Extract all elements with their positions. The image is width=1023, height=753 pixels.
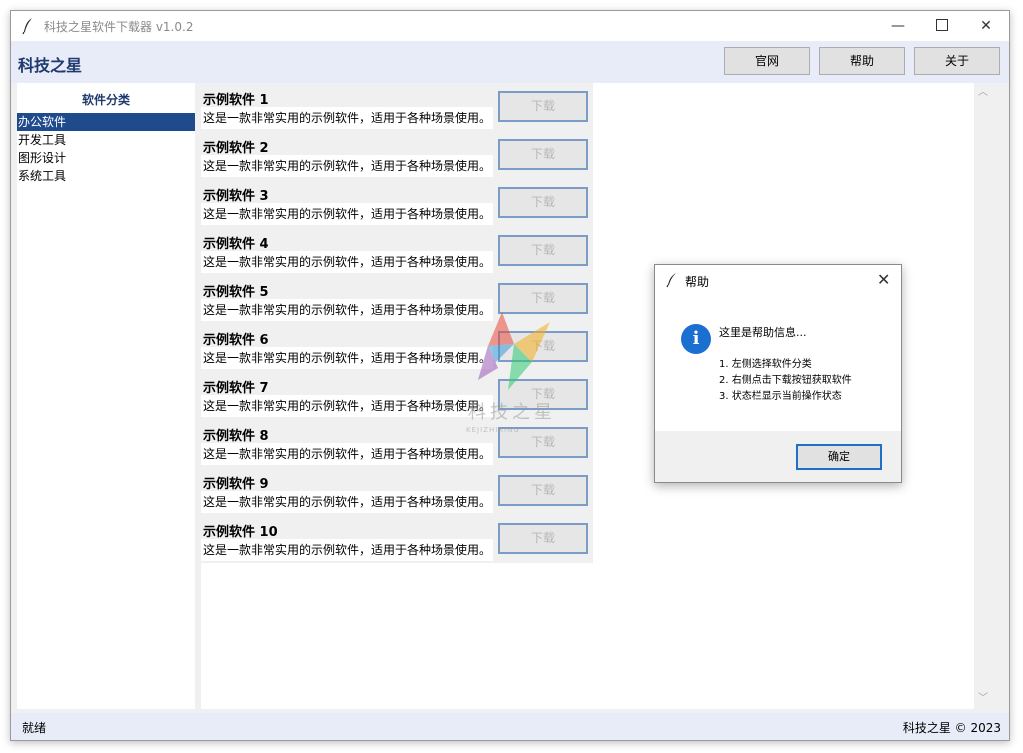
software-item: 示例软件 10 这是一款非常实用的示例软件，适用于各种场景使用。 下载 (201, 515, 593, 563)
title-bar: 科技之星软件下载器 v1.0.2 — ✕ (11, 11, 1009, 41)
star-logo-icon (478, 312, 550, 390)
vertical-scrollbar[interactable]: ︿ ﹀ (974, 83, 991, 709)
software-name: 示例软件 7 (203, 377, 269, 396)
software-description: 这是一款非常实用的示例软件，适用于各种场景使用。 (201, 539, 493, 561)
status-bar: 就绪 科技之星 © 2023 (11, 713, 1009, 740)
status-text: 就绪 (22, 721, 47, 735)
dialog-footer: 确定 (655, 431, 901, 482)
minimize-button[interactable]: — (875, 11, 921, 41)
download-button[interactable]: 下载 (498, 91, 588, 122)
download-button[interactable]: 下载 (498, 475, 588, 506)
download-button[interactable]: 下载 (498, 235, 588, 266)
category-item-office[interactable]: 办公软件 (17, 113, 195, 131)
feather-icon (22, 18, 32, 35)
instruction-line: 3. 状态栏显示当前操作状态 (719, 391, 842, 402)
download-button[interactable]: 下载 (498, 187, 588, 218)
software-description: 这是一款非常实用的示例软件，适用于各种场景使用。 (201, 251, 493, 273)
download-button[interactable]: 下载 (498, 139, 588, 170)
software-item: 示例软件 3 这是一款非常实用的示例软件，适用于各种场景使用。 下载 (201, 179, 593, 227)
instruction-line: 2. 右侧点击下载按钮获取软件 (719, 375, 852, 386)
category-item-dev-tools[interactable]: 开发工具 (17, 131, 195, 149)
watermark-text: 科技之星 (468, 402, 556, 423)
maximize-button[interactable] (919, 11, 965, 41)
software-description: 这是一款非常实用的示例软件，适用于各种场景使用。 (201, 299, 493, 321)
category-item-graphic-design[interactable]: 图形设计 (17, 149, 195, 167)
dialog-message: 这里是帮助信息... (719, 326, 807, 339)
software-name: 示例软件 2 (203, 137, 269, 156)
software-name: 示例软件 1 (203, 89, 269, 108)
window-title: 科技之星软件下载器 v1.0.2 (44, 20, 194, 34)
software-name: 示例软件 5 (203, 281, 269, 300)
instruction-line: 1. 左侧选择软件分类 (719, 359, 812, 370)
dialog-close-button[interactable]: ✕ (877, 270, 890, 289)
header-bar: 科技之星 官网 帮助 关于 (11, 41, 1009, 83)
software-description: 这是一款非常实用的示例软件，适用于各种场景使用。 (201, 395, 493, 417)
ok-button[interactable]: 确定 (796, 444, 882, 470)
help-button[interactable]: 帮助 (819, 47, 905, 75)
software-description: 这是一款非常实用的示例软件，适用于各种场景使用。 (201, 347, 493, 369)
software-name: 示例软件 9 (203, 473, 269, 492)
software-name: 示例软件 10 (203, 521, 278, 540)
watermark-logo: 科技之星 KEJIZHIXING (458, 310, 570, 440)
maximize-icon (936, 19, 948, 31)
sidebar-title: 软件分类 (81, 93, 130, 107)
software-description: 这是一款非常实用的示例软件，适用于各种场景使用。 (201, 491, 493, 513)
scroll-up-icon[interactable]: ︿ (978, 88, 988, 98)
dialog-instructions: 1. 左侧选择软件分类 2. 右侧点击下载按钮获取软件 3. 状态栏显示当前操作… (719, 357, 852, 405)
copyright-text: 科技之星 © 2023 (902, 721, 1001, 735)
software-item: 示例软件 1 这是一款非常实用的示例软件，适用于各种场景使用。 下载 (201, 83, 593, 131)
software-item: 示例软件 4 这是一款非常实用的示例软件，适用于各种场景使用。 下载 (201, 227, 593, 275)
website-button[interactable]: 官网 (724, 47, 810, 75)
download-button[interactable]: 下载 (498, 523, 588, 554)
about-button[interactable]: 关于 (914, 47, 1000, 75)
dialog-title: 帮助 (685, 275, 710, 289)
scroll-down-icon[interactable]: ﹀ (978, 694, 988, 704)
software-description: 这是一款非常实用的示例软件，适用于各种场景使用。 (201, 155, 493, 177)
software-description: 这是一款非常实用的示例软件，适用于各种场景使用。 (201, 443, 493, 465)
brand-title: 科技之星 (18, 56, 83, 75)
software-description: 这是一款非常实用的示例软件，适用于各种场景使用。 (201, 203, 493, 225)
software-item: 示例软件 2 这是一款非常实用的示例软件，适用于各种场景使用。 下载 (201, 131, 593, 179)
software-name: 示例软件 6 (203, 329, 269, 348)
category-sidebar: 软件分类 办公软件 开发工具 图形设计 系统工具 (17, 83, 195, 709)
category-item-system-tools[interactable]: 系统工具 (17, 167, 195, 185)
category-list: 办公软件 开发工具 图形设计 系统工具 (17, 113, 195, 185)
software-name: 示例软件 4 (203, 233, 269, 252)
close-button[interactable]: ✕ (963, 11, 1009, 41)
software-item: 示例软件 9 这是一款非常实用的示例软件，适用于各种场景使用。 下载 (201, 467, 593, 515)
software-description: 这是一款非常实用的示例软件，适用于各种场景使用。 (201, 107, 493, 129)
feather-icon (666, 273, 676, 288)
software-name: 示例软件 8 (203, 425, 269, 444)
watermark-subtext: KEJIZHIXING (466, 426, 520, 434)
software-name: 示例软件 3 (203, 185, 269, 204)
help-dialog: 帮助 ✕ i 这里是帮助信息... 1. 左侧选择软件分类 2. 右侧点击下载按… (654, 264, 902, 483)
info-icon: i (681, 324, 711, 354)
